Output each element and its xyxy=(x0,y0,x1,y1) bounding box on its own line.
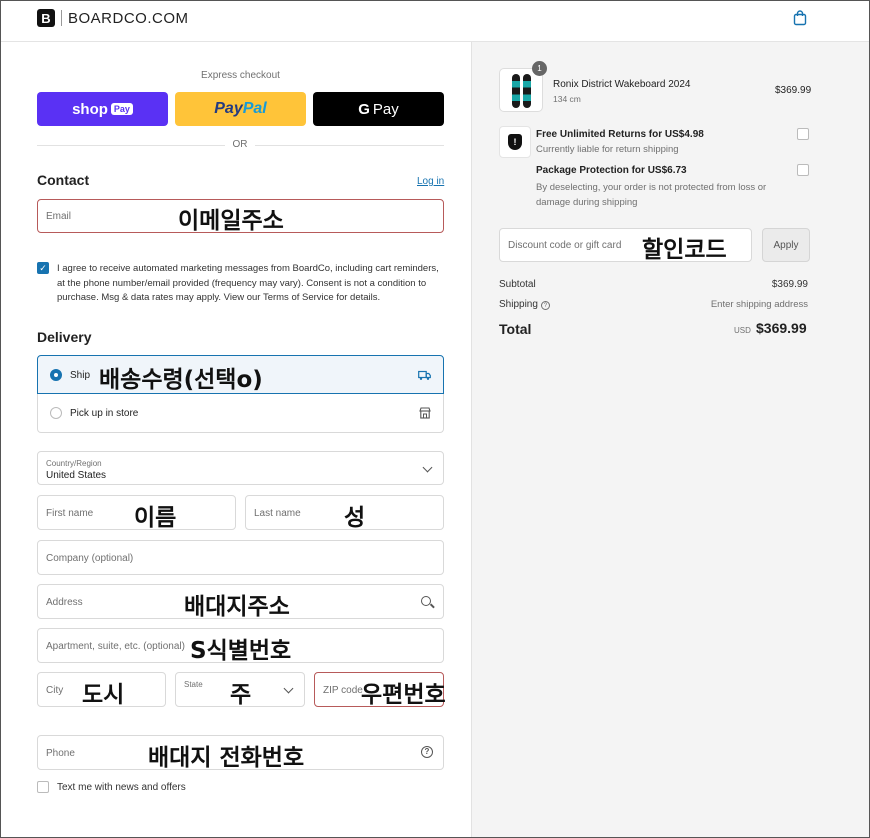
returns-logo: ! xyxy=(499,126,531,158)
state-annotation: 주 xyxy=(230,682,252,708)
checkout-form: Express checkout shop Pay Pay Pal G Pay O… xyxy=(0,42,470,837)
discount-annotation: 할인코드 xyxy=(642,237,727,263)
address-annotation: 배대지주소 xyxy=(184,594,290,620)
phone-annotation: 배대지 전화번호 xyxy=(148,745,305,771)
google-pay-label: Pay xyxy=(372,100,399,118)
state-select[interactable]: State 주 xyxy=(175,672,305,708)
contact-heading: Contact xyxy=(37,172,90,188)
login-link[interactable]: Log in xyxy=(417,176,444,187)
header: B BOARDCO.COM xyxy=(1,1,869,42)
city-annotation: 도시 xyxy=(82,682,125,708)
company-field[interactable]: Company (optional) xyxy=(37,540,444,575)
store-icon xyxy=(419,407,431,419)
email-field[interactable]: Email 이메일주소 xyxy=(37,199,444,234)
google-g-icon: G xyxy=(358,100,370,118)
address-field[interactable]: Address 배대지주소 xyxy=(37,584,444,620)
product-price: $369.99 xyxy=(775,85,812,96)
ship-radio[interactable] xyxy=(50,369,62,381)
google-pay-button[interactable]: G Pay xyxy=(313,92,444,126)
city-field[interactable]: City 도시 xyxy=(37,672,166,708)
text-me-checkbox[interactable] xyxy=(37,781,49,793)
discount-placeholder: Discount code or gift card xyxy=(508,240,622,251)
quantity-badge: 1 xyxy=(532,61,547,76)
order-summary: 1 Ronix District Wakeboard 2024 134 cm $… xyxy=(471,42,869,837)
address-placeholder: Address xyxy=(46,597,83,608)
logo-divider xyxy=(61,10,62,26)
last-name-placeholder: Last name xyxy=(254,508,301,519)
zip-annotation: 우편번호 xyxy=(361,682,446,708)
returns-checkbox[interactable] xyxy=(797,128,809,140)
returns-subtitle: Currently liable for return shipping xyxy=(536,144,679,155)
shop-pay-label: shop xyxy=(72,100,108,118)
wakeboard-image xyxy=(512,74,520,108)
last-name-annotation: 성 xyxy=(344,505,366,531)
country-value: United States xyxy=(46,470,107,481)
country-label: Country/Region xyxy=(46,459,102,468)
apartment-annotation: S식별번호 xyxy=(190,638,292,664)
paypal-label-pal: Pal xyxy=(242,100,267,117)
brand-name: BOARDCO.COM xyxy=(68,9,189,27)
city-placeholder: City xyxy=(46,685,64,696)
zip-field[interactable]: ZIP code 우편번호 xyxy=(314,672,446,708)
package-protection-checkbox[interactable] xyxy=(797,164,809,176)
ship-annotation: 배송수령(선택o) xyxy=(99,367,263,393)
help-icon[interactable]: ? xyxy=(540,301,550,310)
apartment-field[interactable]: Apartment, suite, etc. (optional) S식별번호 xyxy=(37,628,444,664)
total-currency: USD xyxy=(734,326,751,335)
apply-button[interactable]: Apply xyxy=(762,228,810,262)
brand-logo[interactable]: B BOARDCO.COM xyxy=(37,9,189,27)
shipping-label: Shipping xyxy=(499,299,538,310)
pickup-option[interactable]: Pick up in store xyxy=(37,394,444,433)
ship-option[interactable]: Ship 배송수령(선택o) xyxy=(37,355,444,394)
state-label: State xyxy=(184,680,203,689)
subtotal-label: Subtotal xyxy=(499,279,536,290)
shop-pay-badge: Pay xyxy=(110,103,133,115)
pickup-label: Pick up in store xyxy=(70,408,139,419)
total-value: $369.99 xyxy=(756,320,807,336)
delivery-heading: Delivery xyxy=(37,329,92,345)
discount-code-field[interactable]: Discount code or gift card 할인코드 xyxy=(499,228,752,263)
truck-icon xyxy=(418,370,431,380)
shipping-label-row: Shipping? xyxy=(499,299,550,310)
marketing-consent-text: I agree to receive automated marketing m… xyxy=(57,263,439,303)
express-checkout-title: Express checkout xyxy=(201,70,280,81)
shipping-value: Enter shipping address xyxy=(710,299,808,310)
paypal-label-pay: Pay xyxy=(214,100,243,117)
phone-placeholder: Phone xyxy=(46,748,75,759)
shopping-bag-icon[interactable] xyxy=(793,10,807,26)
paypal-button[interactable]: Pay Pal xyxy=(175,92,306,126)
shield-icon: ! xyxy=(508,134,522,150)
product-variant: 134 cm xyxy=(553,94,581,104)
package-protection-subtitle: By deselecting, your order is not protec… xyxy=(536,182,767,208)
logo-icon: B xyxy=(37,9,55,27)
first-name-placeholder: First name xyxy=(46,508,94,519)
first-name-annotation: 이름 xyxy=(134,505,177,531)
search-icon xyxy=(421,596,431,606)
wakeboard-image xyxy=(523,74,531,108)
phone-field[interactable]: Phone 배대지 전화번호 ? xyxy=(37,735,444,771)
package-protection-title: Package Protection for US$6.73 xyxy=(536,165,687,176)
chevron-down-icon xyxy=(422,462,433,473)
ship-label: Ship xyxy=(70,370,91,381)
pickup-radio[interactable] xyxy=(50,407,62,419)
text-me-label: Text me with news and offers xyxy=(57,782,186,793)
zip-placeholder: ZIP code xyxy=(323,685,363,696)
email-placeholder: Email xyxy=(46,211,72,222)
first-name-field[interactable]: First name 이름 xyxy=(37,495,236,531)
marketing-consent-checkbox[interactable]: ✓ xyxy=(37,262,49,274)
last-name-field[interactable]: Last name 성 xyxy=(245,495,444,531)
chevron-down-icon xyxy=(283,683,294,694)
company-placeholder: Company (optional) xyxy=(46,553,134,564)
or-label: OR xyxy=(225,139,255,150)
apartment-placeholder: Apartment, suite, etc. (optional) xyxy=(46,641,185,652)
subtotal-value: $369.99 xyxy=(771,279,808,290)
email-annotation: 이메일주소 xyxy=(178,208,284,234)
returns-title: Free Unlimited Returns for US$4.98 xyxy=(536,129,704,140)
product-name: Ronix District Wakeboard 2024 xyxy=(553,79,691,90)
help-icon[interactable]: ? xyxy=(421,746,433,758)
total-label: Total xyxy=(499,321,532,337)
country-select[interactable]: Country/Region United States xyxy=(37,451,444,485)
shop-pay-button[interactable]: shop Pay xyxy=(37,92,168,126)
